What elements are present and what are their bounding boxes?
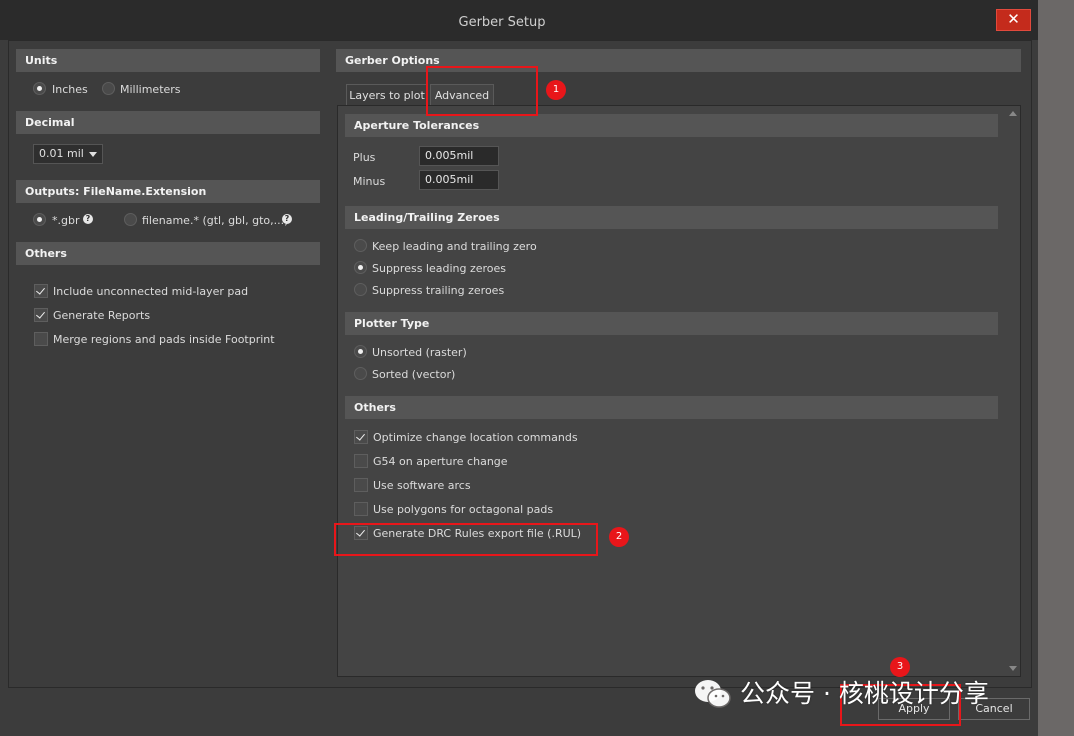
- plus-input[interactable]: 0.005mil: [419, 146, 499, 166]
- filename-radio[interactable]: [124, 213, 137, 226]
- g54-label: G54 on aperture change: [373, 455, 508, 468]
- unsorted-label: Unsorted (raster): [372, 346, 467, 359]
- annotation-number: 1: [546, 80, 566, 100]
- wechat-icon: [695, 680, 731, 708]
- plus-label: Plus: [353, 151, 376, 164]
- help-icon[interactable]: ?: [83, 214, 93, 224]
- suppress-leading-radio[interactable]: [354, 261, 367, 274]
- generate-reports-label: Generate Reports: [53, 309, 151, 322]
- scroll-down-icon[interactable]: [1009, 666, 1017, 671]
- millimeters-radio[interactable]: [102, 82, 115, 95]
- software-arcs-label: Use software arcs: [373, 479, 471, 492]
- keep-zero-label: Keep leading and trailing zero: [372, 240, 537, 253]
- optimize-change-checkbox[interactable]: [354, 430, 368, 444]
- suppress-leading-label: Suppress leading zeroes: [372, 262, 507, 275]
- minus-input[interactable]: 0.005mil: [419, 170, 499, 190]
- gbr-label: *.gbr: [52, 214, 80, 227]
- software-arcs-checkbox[interactable]: [354, 478, 368, 492]
- filename-label: filename.* (gtl, gbl, gto,...): [142, 214, 289, 227]
- window-title: Gerber Setup: [458, 15, 546, 30]
- right-others-header: Others: [345, 396, 998, 419]
- suppress-trailing-radio[interactable]: [354, 283, 367, 296]
- zeroes-header: Leading/Trailing Zeroes: [345, 206, 998, 229]
- plotter-header: Plotter Type: [345, 312, 998, 335]
- chevron-down-icon: [89, 152, 97, 157]
- aperture-header: Aperture Tolerances: [345, 114, 998, 137]
- merge-regions-label: Merge regions and pads inside Footprint: [53, 333, 275, 346]
- advanced-panel: [337, 105, 1021, 677]
- vertical-scrollbar[interactable]: [1006, 106, 1020, 676]
- gbr-radio[interactable]: [33, 213, 46, 226]
- inches-radio[interactable]: [33, 82, 46, 95]
- include-unconnected-label: Include unconnected mid-layer pad: [53, 285, 249, 298]
- octagonal-pads-label: Use polygons for octagonal pads: [373, 503, 554, 516]
- decimal-header: Decimal: [16, 111, 320, 134]
- inches-label: Inches: [52, 83, 88, 96]
- tab-layers-to-plot[interactable]: Layers to plot: [346, 84, 428, 106]
- left-others-header: Others: [16, 242, 320, 265]
- annotation-box-advanced: [426, 66, 538, 116]
- title-bar: Gerber Setup ✕: [0, 0, 1038, 40]
- include-unconnected-checkbox[interactable]: [34, 284, 48, 298]
- millimeters-label: Millimeters: [120, 83, 181, 96]
- minus-label: Minus: [353, 175, 386, 188]
- octagonal-pads-checkbox[interactable]: [354, 502, 368, 516]
- unsorted-radio[interactable]: [354, 345, 367, 358]
- suppress-trailing-label: Suppress trailing zeroes: [372, 284, 505, 297]
- generate-reports-checkbox[interactable]: [34, 308, 48, 322]
- g54-checkbox[interactable]: [354, 454, 368, 468]
- close-button[interactable]: ✕: [996, 9, 1031, 31]
- units-header: Units: [16, 49, 320, 72]
- scroll-up-icon[interactable]: [1009, 111, 1017, 116]
- watermark-text: 公众号 · 核桃设计分享: [740, 679, 989, 708]
- optimize-change-label: Optimize change location commands: [373, 431, 578, 444]
- decimal-value: 0.01 mil: [39, 147, 84, 160]
- annotation-box-drc: [334, 523, 598, 556]
- sorted-label: Sorted (vector): [372, 368, 456, 381]
- decimal-select[interactable]: 0.01 mil: [33, 144, 103, 164]
- help-icon[interactable]: ?: [282, 214, 292, 224]
- sorted-radio[interactable]: [354, 367, 367, 380]
- annotation-number: 2: [609, 527, 629, 547]
- merge-regions-checkbox[interactable]: [34, 332, 48, 346]
- keep-zero-radio[interactable]: [354, 239, 367, 252]
- outputs-header: Outputs: FileName.Extension: [16, 180, 320, 203]
